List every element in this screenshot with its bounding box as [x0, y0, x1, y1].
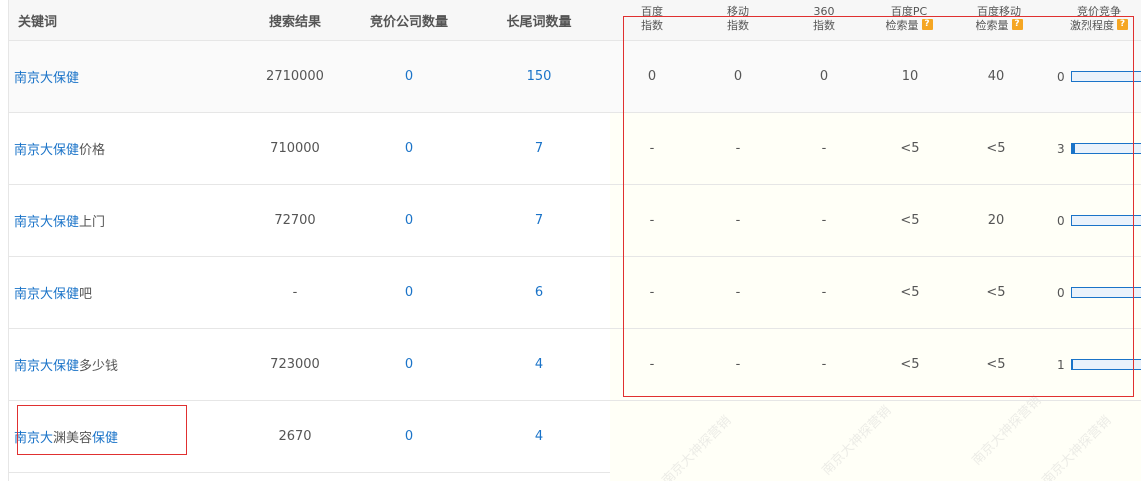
keyword-cell[interactable]: 南京大保健吧	[14, 257, 92, 328]
longtail-count-link[interactable]: 4	[489, 329, 589, 400]
bid-companies-link[interactable]: 0	[359, 329, 459, 400]
longtail-count-link[interactable]: 150	[489, 41, 589, 112]
search-results-value: 72700	[274, 213, 316, 228]
keyword-link[interactable]: 南京大保健	[14, 67, 79, 86]
search-results-value: 2710000	[266, 69, 324, 84]
keyword-suffix[interactable]: 价格	[79, 139, 105, 158]
header-search-results[interactable]: 搜索结果	[245, 0, 345, 40]
keyword-suffix[interactable]: 多少钱	[79, 355, 118, 374]
highlight-box-metrics	[623, 16, 1134, 397]
keyword-suffix[interactable]: 吧	[79, 283, 92, 302]
bid-companies-link[interactable]: 0	[359, 41, 459, 112]
keyword-suffix[interactable]: 上门	[79, 211, 105, 230]
highlight-box-keyword	[17, 405, 187, 455]
header-keyword[interactable]: 关键词	[18, 0, 98, 40]
search-results-value: 2670	[278, 429, 312, 444]
header-bid-companies[interactable]: 竞价公司数量	[349, 0, 469, 40]
bid-companies-link[interactable]: 0	[359, 185, 459, 256]
keyword-table-page: 南京大神探营销 南京大神探营销 南京大神探营销 南京大神探营销 关键词 搜索结果…	[0, 0, 1141, 481]
search-results-value: -	[292, 285, 298, 300]
keyword-link[interactable]: 南京大保健	[14, 139, 79, 158]
bid-companies-link[interactable]: 0	[359, 257, 459, 328]
keyword-cell[interactable]: 南京大保健 价格	[14, 113, 105, 184]
longtail-count-link[interactable]: 4	[489, 401, 589, 472]
longtail-count-link[interactable]: 7	[489, 113, 589, 184]
keyword-link[interactable]: 南京大保健	[14, 283, 79, 302]
keyword-cell[interactable]: 南京大保健	[14, 41, 79, 112]
longtail-count-link[interactable]: 7	[489, 185, 589, 256]
bid-companies-link[interactable]: 0	[359, 113, 459, 184]
search-results-value: 723000	[270, 357, 320, 372]
bid-companies-link[interactable]: 0	[359, 401, 459, 472]
keyword-cell[interactable]: 南京大保健 多少钱	[14, 329, 118, 400]
keyword-link[interactable]: 南京大保健	[14, 211, 79, 230]
search-results-value: 710000	[270, 141, 320, 156]
header-longtail-count[interactable]: 长尾词数量	[489, 0, 589, 40]
keyword-link[interactable]: 南京大保健	[14, 355, 79, 374]
longtail-count-link[interactable]: 6	[489, 257, 589, 328]
keyword-cell[interactable]: 南京大保健 上门	[14, 185, 105, 256]
